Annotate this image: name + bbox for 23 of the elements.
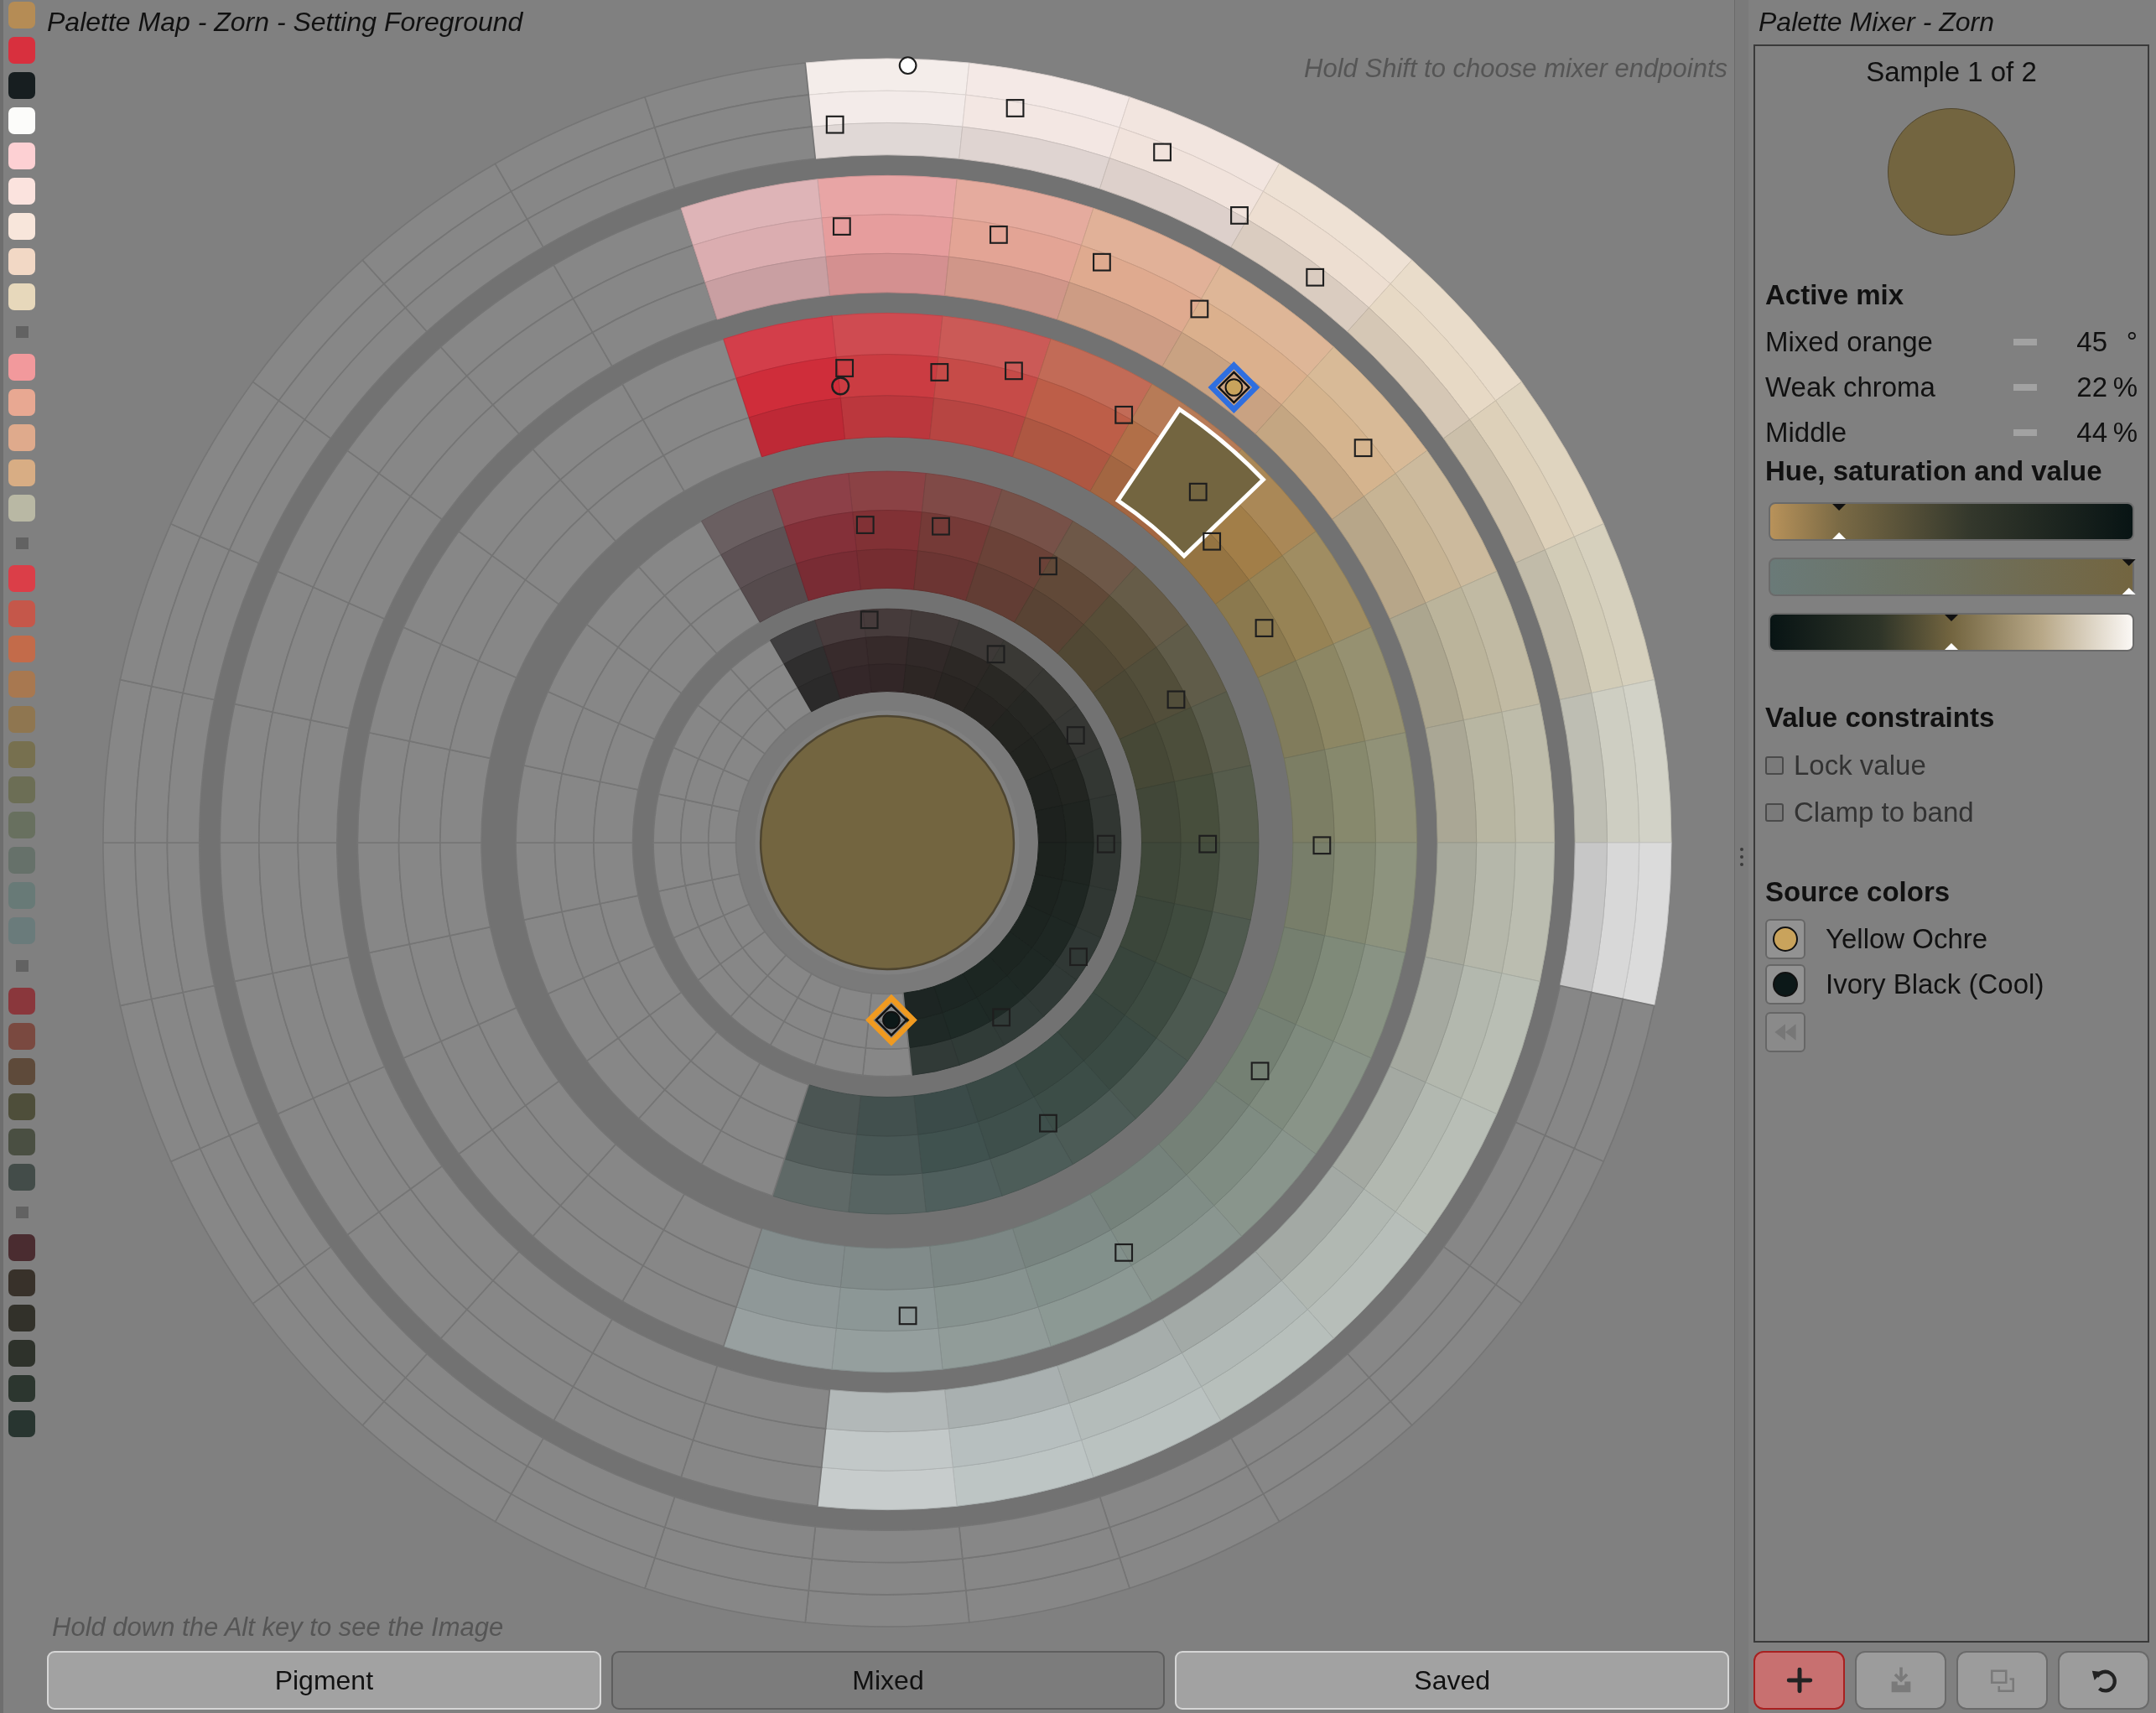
section-heading: Source colors [1765,876,1951,908]
unit-label: ° [2125,326,2138,358]
checkbox-label: Clamp to band [1794,797,1974,828]
section-heading: Value constraints [1765,702,1996,734]
tab[interactable]: Saved [1175,1651,1729,1710]
tab[interactable]: Mixed [610,1651,1166,1710]
mix-value: 22 [2075,371,2107,403]
tab[interactable]: Pigment [47,1651,601,1710]
mix-label: Middle [1765,417,1848,449]
checkbox-label: Lock value [1794,750,1926,781]
section-heading: Active mix [1765,279,1905,311]
sample-counter: Sample 1 of 2 [1865,56,2038,88]
source-color-name: Ivory Black (Cool) [1826,968,2044,1000]
source-color-name: Yellow Ochre [1826,923,1988,955]
mix-label: Weak chroma [1765,371,1936,403]
unit-label: % [2112,417,2138,449]
mix-label: Mixed orange [1765,326,1934,358]
mix-value: 45 [2075,326,2107,358]
section-heading: Hue, saturation and value [1765,455,2103,487]
unit-label: % [2112,371,2138,403]
panel-title: Palette Map - Zorn - Setting Foreground [47,6,523,38]
mix-value: 44 [2075,417,2107,449]
panel-title: Palette Mixer - Zorn [1758,6,1995,39]
